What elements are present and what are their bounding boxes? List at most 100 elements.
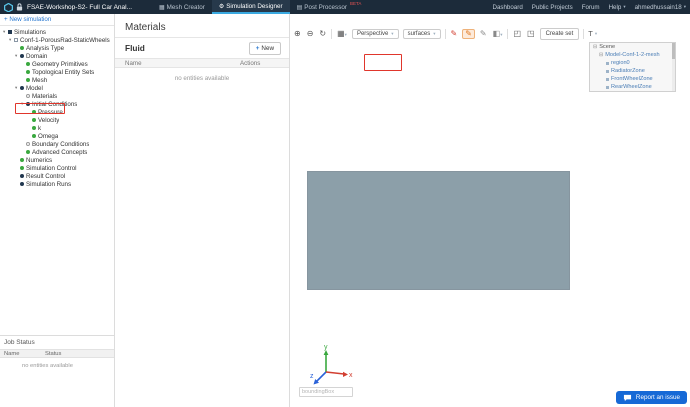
page-title: Materials (125, 22, 166, 33)
fluid-section-header: Fluid + New (115, 38, 289, 58)
scene-region-item[interactable]: region0 (590, 59, 675, 67)
help-menu[interactable]: Help ▾ (609, 4, 626, 11)
render-mode-select[interactable]: surfaces ▾ (402, 28, 441, 39)
scene-model-item[interactable]: ⊟ Model-Conf-1-2-mesh (590, 51, 675, 59)
plus-icon: + (255, 44, 260, 52)
job-status-header: Name Status (0, 349, 114, 358)
tree-item-omega[interactable]: Omega (0, 132, 114, 140)
column-actions: Actions (240, 59, 261, 67)
status-dot-group (20, 182, 24, 186)
tree-item-result-control[interactable]: Result Control (0, 172, 114, 180)
mesh-region-icon (606, 77, 609, 81)
dashboard-link[interactable]: Dashboard (492, 4, 522, 11)
status-dot-complete (26, 70, 30, 74)
zoom-in-icon[interactable]: ⊕ (293, 29, 302, 38)
tree-item-initial-conditions[interactable]: ▾ Initial Conditions (0, 100, 114, 108)
new-simulation-button[interactable]: + New simulation (4, 16, 51, 23)
tab-post-processor[interactable]: ▤ Post Processor BETA (290, 0, 369, 14)
tree-item-simulation-control[interactable]: Simulation Control (0, 164, 114, 172)
model-render-boundingbox[interactable] (307, 171, 570, 290)
tree-item-velocity[interactable]: Velocity (0, 116, 114, 124)
status-dot-incomplete (26, 142, 30, 146)
new-material-button[interactable]: + New (248, 41, 281, 55)
reset-view-icon[interactable]: ↻ (318, 29, 327, 38)
collapse-icon[interactable]: ⊟ (599, 52, 603, 58)
tree-item-simulations[interactable]: ▾ Simulations (0, 28, 114, 36)
status-dot-group (26, 102, 30, 106)
status-dot-complete (32, 110, 36, 114)
pick-face-tool-icon[interactable]: ✎ (450, 29, 459, 38)
zoom-out-icon[interactable]: ⊖ (306, 29, 315, 38)
materials-table-header: Name Actions (115, 58, 289, 68)
text-annotation-tool[interactable]: T ▾ (588, 29, 597, 38)
new-simulation-bar: + New simulation (0, 14, 114, 26)
projection-select[interactable]: Perspective ▾ (351, 28, 399, 39)
chevron-down-icon: ▾ (391, 30, 394, 36)
tab-simulation-designer[interactable]: ⚙ Simulation Designer (211, 0, 290, 14)
axis-orientation-triad: y z x (310, 344, 353, 385)
simulation-tree-panel: + New simulation ▾ Simulations ▾ Conf-1-Po… (0, 14, 115, 335)
scrollbar[interactable] (672, 43, 675, 91)
divider (444, 28, 446, 39)
scene-region-item[interactable]: RearWheelZone (590, 83, 675, 91)
viewport-filter-input[interactable] (299, 387, 353, 397)
report-issue-button[interactable]: Report an issue (615, 391, 687, 404)
scene-tree-panel: ⊟ Scene ⊟ Model-Conf-1-2-mesh region0 Ra… (589, 42, 676, 92)
public-projects-link[interactable]: Public Projects (532, 4, 573, 11)
tree-item-mesh[interactable]: Mesh (0, 76, 114, 84)
tree-item-domain[interactable]: ▾ Domain (0, 52, 114, 60)
tree-item-topological-entity-sets[interactable]: Topological Entity Sets (0, 68, 114, 76)
tab-mesh-creator[interactable]: ▦ Mesh Creator (152, 0, 212, 14)
status-dot-complete (20, 46, 24, 50)
paint-select-icon[interactable]: ◧▾ (492, 29, 504, 38)
workflow-tabs: ▦ Mesh Creator ⚙ Simulation Designer ▤ P… (152, 0, 368, 14)
tree-item-model[interactable]: ▾ Model (0, 84, 114, 92)
collapse-icon[interactable]: ⊟ (593, 44, 597, 50)
tree-item-materials[interactable]: Materials (0, 92, 114, 100)
status-dot-complete (32, 134, 36, 138)
tree-item-pressure[interactable]: Pressure (0, 108, 114, 116)
tree-item-simulation-runs[interactable]: Simulation Runs (0, 180, 114, 188)
tree-item-configuration[interactable]: ▾ Conf-1-PorousRad-StaticWheels (0, 36, 114, 44)
create-set-button[interactable]: Create set (539, 27, 580, 40)
mesh-region-icon (606, 61, 609, 65)
simulation-tree: ▾ Simulations ▾ Conf-1-PorousRad-StaticWhe… (0, 26, 114, 188)
pick-edge-tool-icon[interactable]: ✎ (479, 29, 488, 38)
column-name: Name (4, 351, 20, 357)
lock-icon (16, 3, 23, 11)
axis-y-label: y (324, 344, 328, 351)
simscale-logo-icon[interactable] (4, 2, 13, 12)
status-dot-complete (26, 150, 30, 154)
scene-root-item[interactable]: ⊟ Scene (590, 43, 675, 51)
document-icon (14, 38, 18, 42)
mesh-display-icon[interactable]: ▦▾ (336, 29, 348, 38)
tree-item-boundary-conditions[interactable]: Boundary Conditions (0, 140, 114, 148)
tree-item-geometry-primitives[interactable]: Geometry Primitives (0, 60, 114, 68)
divider (583, 28, 585, 39)
status-dot-incomplete (26, 94, 30, 98)
isometric-view-icon[interactable]: ◳ (526, 29, 536, 38)
top-navbar: FSAE-Workshop-S2- Full Car Anal... ▦ Mes… (0, 0, 690, 14)
viewport-toolbar: ⊕ ⊖ ↻ ▦▾ Perspective ▾ surfaces ▾ ✎ ✎ ✎ ◧▾… (293, 27, 597, 40)
tree-item-analysis-type[interactable]: Analysis Type (0, 44, 114, 52)
tree-item-advanced-concepts[interactable]: Advanced Concepts (0, 148, 114, 156)
chevron-down-icon: ▾ (433, 30, 436, 36)
tree-item-numerics[interactable]: Numerics (0, 156, 114, 164)
job-status-empty-text: no entities available (22, 363, 73, 369)
grid-icon: ▦ (159, 4, 165, 11)
tree-item-k[interactable]: k (0, 124, 114, 132)
job-status-panel: Job Status Name Status no entities avail… (0, 335, 115, 407)
forum-link[interactable]: Forum (582, 4, 600, 11)
materials-header: Materials (115, 14, 289, 38)
pick-volume-tool-icon[interactable]: ✎ (462, 28, 475, 39)
materials-empty-text: no entities available (174, 75, 230, 82)
scene-region-item[interactable]: FrontWheelZone (590, 75, 675, 83)
fit-view-icon[interactable]: ◰ (512, 29, 522, 38)
axis-x-label: x (349, 372, 353, 379)
user-menu[interactable]: ahmedhussain18 ▾ (635, 4, 686, 11)
status-dot-complete (32, 126, 36, 130)
scene-region-item[interactable]: RadiatorZone (590, 67, 675, 75)
status-dot-complete (20, 158, 24, 162)
fluid-section-title: Fluid (125, 43, 145, 53)
chart-icon: ▤ (296, 4, 303, 11)
